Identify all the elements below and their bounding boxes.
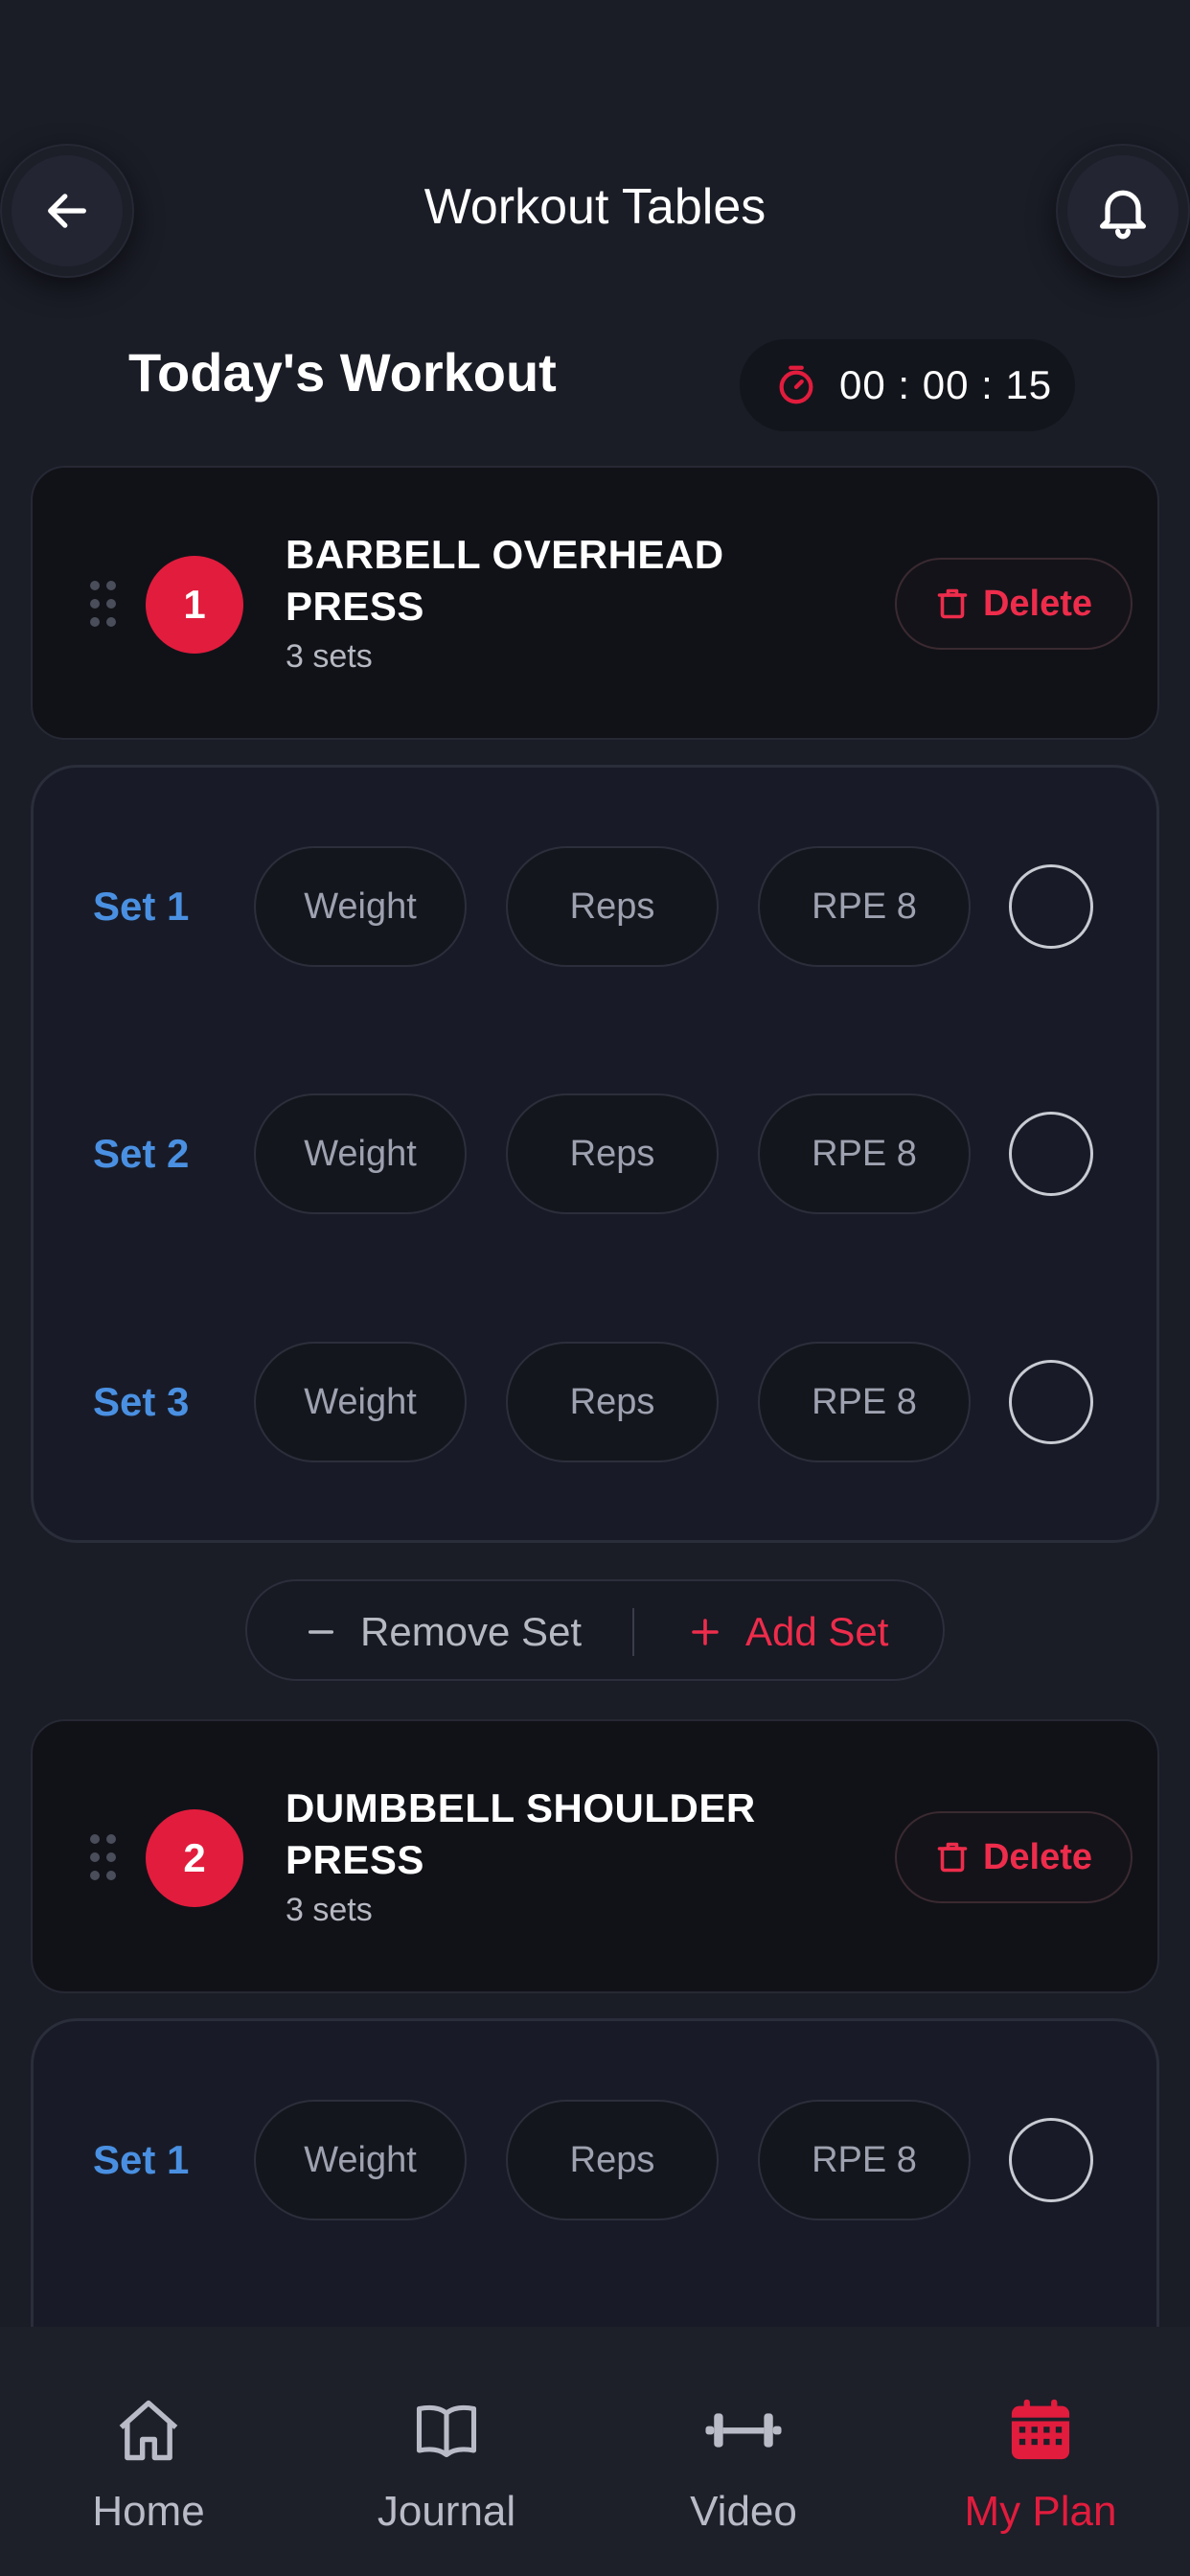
reps-input[interactable]: Reps: [506, 846, 719, 967]
delete-label: Delete: [982, 583, 1093, 624]
set-row: Set 1 Weight Reps RPE 8: [34, 846, 1162, 967]
exercise-number-badge: 1: [146, 556, 243, 654]
exercise-card: 2 DUMBBELL SHOULDER PRESS 3 sets Delete: [31, 1719, 1159, 1993]
nav-home-label: Home: [92, 2488, 205, 2535]
trash-icon: [937, 1842, 968, 1873]
nav-my-plan[interactable]: My Plan: [897, 2327, 1184, 2576]
set-complete-checkbox[interactable]: [1009, 864, 1093, 949]
set-controls: Remove Set Add Set: [245, 1579, 945, 1681]
delete-exercise-button[interactable]: Delete: [895, 558, 1133, 650]
nav-journal-label: Journal: [377, 2488, 516, 2535]
add-set-button[interactable]: Add Set: [688, 1581, 888, 1683]
timer-value: 00 : 00 : 15: [839, 362, 1053, 407]
set-row: Set 2 Weight Reps RPE 8: [34, 1093, 1162, 1214]
plus-icon: [692, 1619, 719, 1645]
notifications-button[interactable]: [1058, 146, 1188, 276]
rpe-input[interactable]: RPE 8: [758, 2100, 971, 2220]
rpe-input[interactable]: RPE 8: [758, 846, 971, 967]
nav-video[interactable]: Video: [600, 2327, 887, 2576]
weight-input[interactable]: Weight: [254, 846, 467, 967]
bell-icon: [1100, 190, 1146, 240]
set-complete-checkbox[interactable]: [1009, 1112, 1093, 1196]
calendar-icon: [1011, 2399, 1070, 2460]
set-label: Set 3: [93, 1379, 190, 1424]
home-icon: [119, 2400, 178, 2461]
weight-input[interactable]: Weight: [254, 1342, 467, 1462]
weight-input[interactable]: Weight: [254, 1093, 467, 1214]
set-label: Set 1: [93, 884, 190, 929]
drag-handle-icon[interactable]: [88, 1832, 119, 1882]
book-icon: [416, 2404, 477, 2458]
set-label: Set 1: [93, 2137, 190, 2182]
exercise-name: BARBELL OVERHEAD PRESS: [286, 532, 724, 629]
reps-input[interactable]: Reps: [506, 2100, 719, 2220]
nav-journal[interactable]: Journal: [303, 2327, 590, 2576]
nav-my-plan-label: My Plan: [964, 2488, 1117, 2535]
exercise-sets-count: 3 sets: [286, 1892, 373, 1928]
bottom-nav: Home Journal Video My Plan: [0, 2327, 1190, 2576]
reps-input[interactable]: Reps: [506, 1093, 719, 1214]
exercise-number-badge: 2: [146, 1809, 243, 1907]
divider: [632, 1608, 634, 1656]
trash-icon: [937, 588, 968, 619]
delete-exercise-button[interactable]: Delete: [895, 1811, 1133, 1903]
add-set-label: Add Set: [745, 1609, 889, 1654]
nav-video-label: Video: [690, 2488, 797, 2535]
set-complete-checkbox[interactable]: [1009, 2118, 1093, 2202]
sets-panel: Set 1 Weight Reps RPE 8 Set 2 Weight Rep…: [31, 765, 1159, 1543]
delete-label: Delete: [982, 1836, 1093, 1877]
set-label: Set 2: [93, 1131, 190, 1176]
rpe-input[interactable]: RPE 8: [758, 1342, 971, 1462]
nav-home[interactable]: Home: [5, 2327, 292, 2576]
reps-input[interactable]: Reps: [506, 1342, 719, 1462]
exercise-name: DUMBBELL SHOULDER PRESS: [286, 1785, 756, 1882]
drag-handle-icon[interactable]: [88, 579, 119, 629]
minus-icon: [308, 1630, 334, 1634]
set-complete-checkbox[interactable]: [1009, 1360, 1093, 1444]
exercise-card: 1 BARBELL OVERHEAD PRESS 3 sets Delete: [31, 466, 1159, 740]
rpe-input[interactable]: RPE 8: [758, 1093, 971, 1214]
remove-set-button[interactable]: Remove Set: [305, 1581, 582, 1683]
remove-set-label: Remove Set: [360, 1609, 583, 1654]
page-title: Workout Tables: [423, 179, 767, 235]
set-row: Set 3 Weight Reps RPE 8: [34, 1342, 1162, 1462]
dumbbell-icon: [705, 2413, 782, 2448]
exercise-sets-count: 3 sets: [286, 638, 373, 675]
stopwatch-icon: [779, 365, 813, 404]
section-title: Today's Workout: [128, 342, 557, 402]
weight-input[interactable]: Weight: [254, 2100, 467, 2220]
workout-timer: 00 : 00 : 15: [740, 339, 1075, 431]
set-row: Set 1 Weight Reps RPE 8: [34, 2100, 1162, 2220]
